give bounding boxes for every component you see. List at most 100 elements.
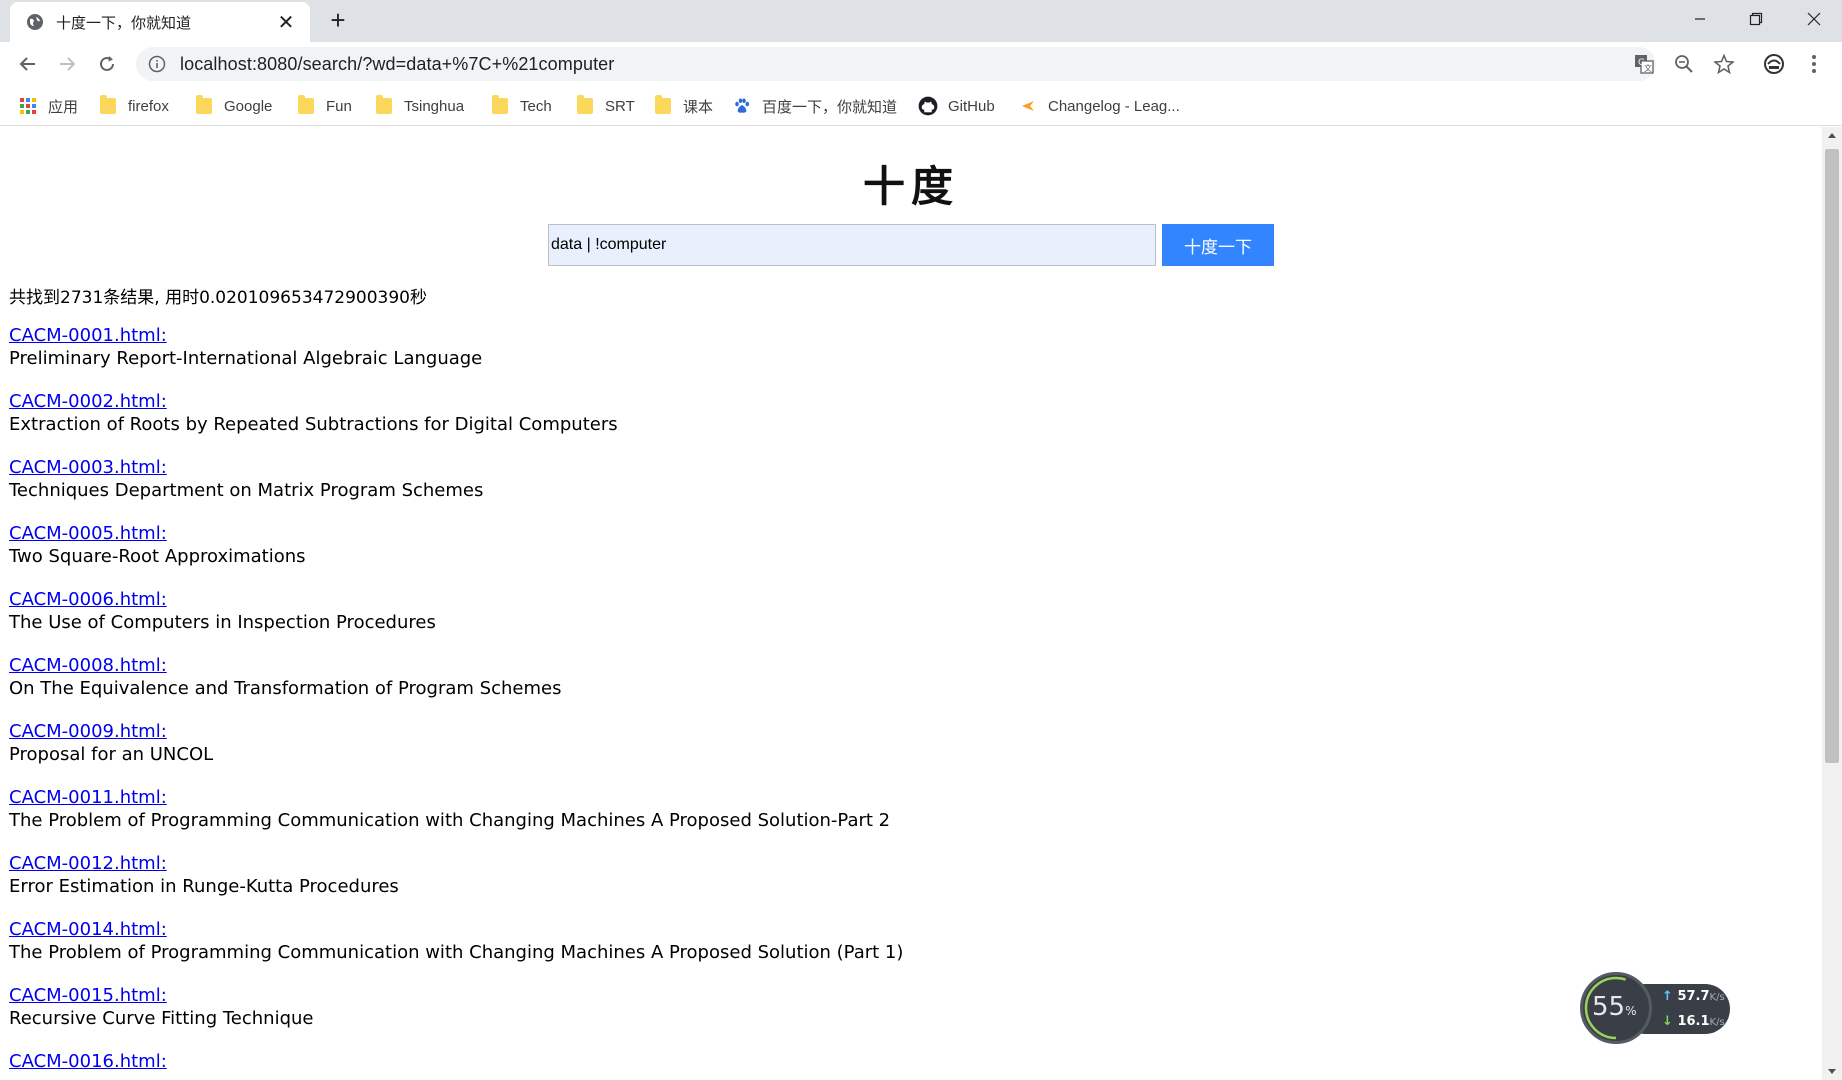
bookmark-changelog[interactable]: Changelog - Leag... xyxy=(1020,94,1180,118)
result-item: CACM-0003.html: Techniques Department on… xyxy=(9,457,1409,523)
minimize-icon[interactable] xyxy=(1672,0,1728,38)
bookmark-label: GitHub xyxy=(948,97,995,115)
tab-strip: 十度一下，你就知道 ✕ + xyxy=(0,0,1842,42)
result-link[interactable]: CACM-0015.html: xyxy=(9,985,1409,1007)
window-close-icon[interactable] xyxy=(1786,0,1842,38)
browser-toolbar: localhost:8080/search/?wd=data+%7C+%21co… xyxy=(0,42,1842,86)
folder-icon xyxy=(298,95,314,114)
bookmark-folder-fun[interactable]: Fun xyxy=(298,94,352,118)
bookmark-apps[interactable]: 应用 xyxy=(20,94,78,118)
bookmark-folder-textbook[interactable]: 课本 xyxy=(655,94,713,118)
site-info-icon[interactable] xyxy=(148,55,166,73)
result-item: CACM-0001.html: Preliminary Report-Inter… xyxy=(9,325,1409,391)
search-button[interactable]: 十度一下 xyxy=(1162,224,1274,266)
result-title: Proposal for an UNCOL xyxy=(9,744,214,765)
result-item: CACM-0009.html: Proposal for an UNCOL xyxy=(9,721,1409,787)
bookmark-label: SRT xyxy=(605,97,635,115)
back-arrow-icon[interactable] xyxy=(14,50,42,78)
address-bar[interactable]: localhost:8080/search/?wd=data+%7C+%21co… xyxy=(136,47,1656,81)
bookmark-star-icon[interactable] xyxy=(1710,50,1738,78)
upload-arrow-icon: ↑ xyxy=(1662,989,1673,1004)
result-item: CACM-0012.html: Error Estimation in Rung… xyxy=(9,853,1409,919)
bookmark-baidu[interactable]: 百度一下，你就知道 xyxy=(734,94,897,118)
search-input[interactable] xyxy=(548,224,1156,266)
folder-icon xyxy=(376,95,392,114)
bookmark-label: 课本 xyxy=(683,98,714,116)
result-title: Techniques Department on Matrix Program … xyxy=(9,480,484,501)
result-link[interactable]: CACM-0005.html: xyxy=(9,523,1409,545)
github-icon xyxy=(918,96,938,116)
bookmark-label: 应用 xyxy=(48,98,79,116)
translate-icon[interactable]: G文 xyxy=(1630,50,1658,78)
svg-text:文: 文 xyxy=(1644,63,1652,73)
changelog-icon xyxy=(1022,101,1034,111)
page-content: 十度 十度一下 共找到2731条结果, 用时0.0201096534729003… xyxy=(0,127,1822,1080)
forward-arrow-icon[interactable] xyxy=(53,50,81,78)
upload-speed: ↑ 57.7K/s xyxy=(1662,989,1725,1004)
result-item: CACM-0016.html: xyxy=(9,1051,1409,1080)
bookmarks-bar: 应用 firefox Google Fun Tsinghua Tech SRT … xyxy=(0,86,1842,126)
bookmark-folder-srt[interactable]: SRT xyxy=(577,94,635,118)
folder-icon xyxy=(655,95,671,114)
result-title: Extraction of Roots by Repeated Subtract… xyxy=(9,414,618,435)
page-scrollbar[interactable] xyxy=(1822,127,1842,1080)
result-link[interactable]: CACM-0002.html: xyxy=(9,391,1409,413)
scroll-up-arrow-icon[interactable] xyxy=(1828,133,1836,138)
tab-title: 十度一下，你就知道 xyxy=(56,14,192,32)
bookmark-folder-firefox[interactable]: firefox xyxy=(100,94,169,118)
result-link[interactable]: CACM-0012.html: xyxy=(9,853,1409,875)
zoom-icon[interactable] xyxy=(1670,50,1698,78)
result-item: CACM-0014.html: The Problem of Programmi… xyxy=(9,919,1409,985)
address-url: localhost:8080/search/?wd=data+%7C+%21co… xyxy=(180,53,615,74)
result-title: Two Square-Root Approximations xyxy=(9,546,306,567)
bookmark-label: firefox xyxy=(128,97,169,115)
result-link[interactable]: CACM-0001.html: xyxy=(9,325,1409,347)
extension-icon[interactable] xyxy=(1760,50,1788,78)
new-tab-button[interactable]: + xyxy=(324,7,352,35)
results-list: CACM-0001.html: Preliminary Report-Inter… xyxy=(9,325,1409,1080)
result-link[interactable]: CACM-0009.html: xyxy=(9,721,1409,743)
bookmark-folder-tsinghua[interactable]: Tsinghua xyxy=(376,94,464,118)
menu-kebab-icon[interactable] xyxy=(1800,50,1828,78)
result-item: CACM-0002.html: Extraction of Roots by R… xyxy=(9,391,1409,457)
result-title: Preliminary Report-International Algebra… xyxy=(9,348,483,369)
scroll-down-arrow-icon[interactable] xyxy=(1828,1069,1836,1074)
result-item: CACM-0015.html: Recursive Curve Fitting … xyxy=(9,985,1409,1051)
bookmark-github[interactable]: GitHub xyxy=(918,94,995,118)
site-logo: 十度 xyxy=(862,162,959,211)
bookmark-folder-google[interactable]: Google xyxy=(196,94,272,118)
reload-icon[interactable] xyxy=(93,50,121,78)
bookmark-folder-tech[interactable]: Tech xyxy=(492,94,552,118)
result-item: CACM-0008.html: On The Equivalence and T… xyxy=(9,655,1409,721)
folder-icon xyxy=(100,95,116,114)
result-title: Error Estimation in Runge-Kutta Procedur… xyxy=(9,876,399,897)
bookmark-label: Fun xyxy=(326,97,352,115)
folder-icon xyxy=(577,95,593,114)
bookmark-label: Tech xyxy=(520,97,552,115)
result-item: CACM-0011.html: The Problem of Programmi… xyxy=(9,787,1409,853)
network-speed-widget[interactable]: 55% ↑ 57.7K/s ↓ 16.1K/s xyxy=(1580,972,1732,1044)
result-link[interactable]: CACM-0014.html: xyxy=(9,919,1409,941)
result-title: The Problem of Programming Communication… xyxy=(9,810,891,831)
result-link[interactable]: CACM-0016.html: xyxy=(9,1051,1409,1073)
restore-icon[interactable] xyxy=(1728,0,1784,38)
result-link[interactable]: CACM-0003.html: xyxy=(9,457,1409,479)
download-speed: ↓ 16.1K/s xyxy=(1662,1014,1725,1029)
tab-close-icon[interactable]: ✕ xyxy=(274,10,298,35)
result-title: On The Equivalence and Transformation of… xyxy=(9,678,562,699)
result-title: The Problem of Programming Communication… xyxy=(9,942,904,963)
download-arrow-icon: ↓ xyxy=(1662,1014,1673,1029)
active-tab[interactable]: 十度一下，你就知道 ✕ xyxy=(10,2,310,42)
folder-icon xyxy=(492,95,508,114)
bookmark-label: 百度一下，你就知道 xyxy=(762,98,898,116)
result-title: The Use of Computers in Inspection Proce… xyxy=(9,612,436,633)
result-link[interactable]: CACM-0008.html: xyxy=(9,655,1409,677)
usage-percent: 55% xyxy=(1592,992,1637,1022)
result-item: CACM-0005.html: Two Square-Root Approxim… xyxy=(9,523,1409,589)
apps-grid-icon xyxy=(20,98,36,114)
baidu-paw-icon xyxy=(735,98,750,113)
result-link[interactable]: CACM-0011.html: xyxy=(9,787,1409,809)
scrollbar-thumb[interactable] xyxy=(1825,149,1839,763)
bookmark-label: Google xyxy=(224,97,273,115)
result-link[interactable]: CACM-0006.html: xyxy=(9,589,1409,611)
